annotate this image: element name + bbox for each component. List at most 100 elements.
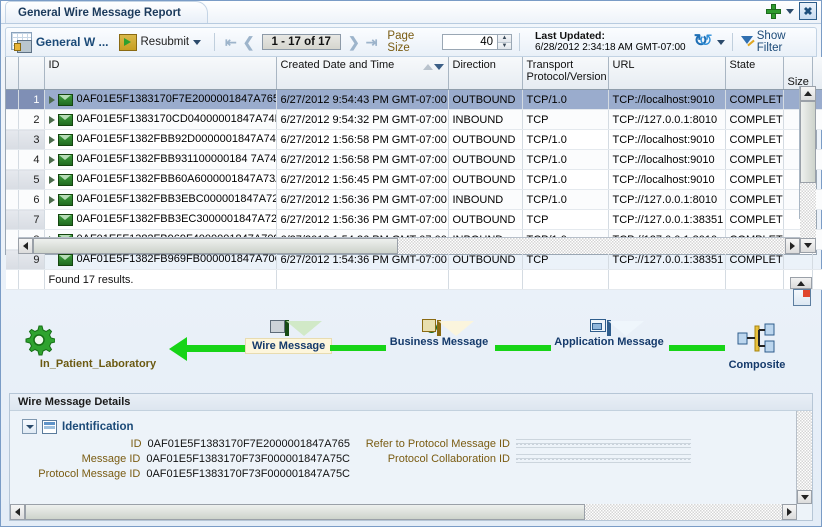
cell-id[interactable]: 0AF01E5F1382FBB3EBC000001847A721 xyxy=(44,189,277,210)
column-header-direction[interactable]: Direction xyxy=(448,57,523,90)
cell-id[interactable]: 0AF01E5F1383170F7E2000001847A765 xyxy=(44,89,277,110)
cell-state: COMPLETE xyxy=(725,129,784,150)
refresh-icon[interactable] xyxy=(694,31,713,51)
chevron-down-icon[interactable] xyxy=(193,39,202,45)
column-header-state[interactable]: State xyxy=(725,57,784,90)
details-scroll-right-button[interactable] xyxy=(782,504,797,520)
identification-icon xyxy=(42,419,57,434)
flow-node-wire-message[interactable]: Wire Message xyxy=(245,320,333,354)
row-selector[interactable] xyxy=(6,189,19,210)
cell-transport-protocol: TCP/1.0 xyxy=(522,149,609,170)
filter-icon xyxy=(740,35,754,50)
horizontal-scroll-thumb[interactable] xyxy=(33,238,398,254)
table-horizontal-scrollbar[interactable] xyxy=(18,237,800,254)
cell-direction: OUTBOUND xyxy=(448,169,523,190)
last-page-icon[interactable]: ⇥ xyxy=(363,35,381,49)
table-row[interactable]: 3 0AF01E5F1382FBB92D0000001847A743 6/27/20… xyxy=(6,129,822,150)
page-size-input[interactable] xyxy=(442,34,499,50)
cell-id[interactable]: 0AF01E5F1382FBB3EC3000001847A724 xyxy=(44,209,277,230)
cell-id-text: 0AF01E5F1383170F7E2000001847A765 xyxy=(76,93,276,106)
resubmit-button[interactable]: Resubmit xyxy=(118,33,202,51)
column-header-created-date[interactable]: Created Date and Time xyxy=(276,57,449,90)
last-updated-label: Last Updated: xyxy=(534,29,605,42)
message-envelope-icon xyxy=(57,253,73,266)
close-icon[interactable]: ✖ xyxy=(799,2,817,20)
page-size-spin-buttons[interactable]: ▲ ▼ xyxy=(498,34,513,50)
row-selector[interactable] xyxy=(6,149,19,170)
scroll-up-button[interactable] xyxy=(800,86,816,101)
first-page-icon[interactable]: ⇤ xyxy=(222,35,240,49)
flow-node-composite[interactable]: Composite xyxy=(715,322,799,371)
row-selector[interactable] xyxy=(6,229,19,250)
table-header-row: ID Created Date and Time Direction Trans… xyxy=(6,57,822,90)
message-envelope-icon xyxy=(57,133,73,146)
cell-created-date: 6/27/2012 1:56:36 PM GMT-07:00 xyxy=(276,209,449,230)
previous-page-icon[interactable]: ❮ xyxy=(240,35,258,49)
details-scroll-left-button[interactable] xyxy=(10,504,25,520)
expand-row-icon[interactable] xyxy=(48,155,55,164)
row-selector[interactable] xyxy=(6,209,19,230)
vertical-scroll-track[interactable] xyxy=(800,183,816,238)
table-row[interactable]: 5 0AF01E5F1382FBB60A6000001847A73A 6/27/20… xyxy=(6,169,822,190)
window-tab[interactable]: General Wire Message Report xyxy=(5,1,208,23)
details-horizontal-scroll-thumb[interactable] xyxy=(25,504,585,520)
spin-up-icon[interactable]: ▲ xyxy=(498,35,512,43)
cell-id[interactable]: 0AF01E5F1382FBB60A6000001847A73A xyxy=(44,169,277,190)
chevron-down-icon[interactable] xyxy=(22,419,37,434)
column-header-id[interactable]: ID xyxy=(44,57,277,90)
status-cell xyxy=(812,269,822,290)
cell-id[interactable]: 0AF01E5F1383170CD04000001847A74D xyxy=(44,109,277,130)
report-window: General Wire Message Report ✖ General W … xyxy=(0,0,822,527)
expand-row-icon[interactable] xyxy=(48,95,55,104)
table-row[interactable]: 4 0AF01E5F1382FBB931100000184 7A74C 6/27/2… xyxy=(6,149,822,170)
cell-id[interactable]: 0AF01E5F1382FBB931100000184 7A74C xyxy=(44,149,277,170)
field-row: Refer to Protocol Message ID xyxy=(350,438,691,450)
identification-section-header[interactable]: Identification xyxy=(10,411,812,438)
row-selector[interactable] xyxy=(6,249,19,270)
flow-node-in-patient-laboratory[interactable]: In_Patient_Laboratory xyxy=(23,324,173,370)
sort-indicator[interactable] xyxy=(422,64,444,70)
chevron-down-icon[interactable] xyxy=(786,8,794,14)
table-row[interactable]: 6 0AF01E5F1382FBB3EBC000001847A721 6/27/20… xyxy=(6,189,822,210)
table-vertical-scrollbar[interactable] xyxy=(799,86,816,253)
expand-row-icon[interactable] xyxy=(48,135,55,144)
scroll-right-button[interactable] xyxy=(785,238,800,254)
vertical-scroll-thumb[interactable] xyxy=(800,101,816,183)
detach-table-icon[interactable] xyxy=(793,289,811,306)
row-selector[interactable] xyxy=(6,169,19,190)
expand-row-icon[interactable] xyxy=(48,115,55,124)
scroll-left-button[interactable] xyxy=(18,238,33,254)
select-all-corner[interactable] xyxy=(6,57,19,90)
column-header-size[interactable]: Size xyxy=(783,57,813,90)
page-size-stepper[interactable]: ▲ ▼ xyxy=(442,34,513,50)
flow-node-business-message[interactable]: Business Message xyxy=(383,320,495,348)
refresh-chevron-down-icon[interactable] xyxy=(716,39,725,45)
cell-id[interactable]: 0AF01E5F1382FBB92D0000001847A743 xyxy=(44,129,277,150)
collapse-splitter-button[interactable] xyxy=(790,277,812,289)
details-panel-title: Wire Message Details xyxy=(10,394,812,411)
row-selector[interactable] xyxy=(6,129,19,150)
cell-id-text: 0AF01E5F1382FB969FB000001847A70C xyxy=(76,253,276,266)
column-header-spacer xyxy=(812,57,822,90)
column-header-url[interactable]: URL xyxy=(608,57,726,90)
expand-row-icon[interactable] xyxy=(48,175,55,184)
cell-id-text: 0AF01E5F1382FBB3EC3000001847A724 xyxy=(76,213,276,226)
table-row[interactable]: 7 0AF01E5F1382FBB3EC3000001847A724 6/27/20… xyxy=(6,209,822,230)
table-row[interactable]: 1 0AF01E5F1383170F7E2000001847A765 6/27/20… xyxy=(6,89,822,110)
row-selector[interactable] xyxy=(6,89,19,110)
column-header-transport-protocol[interactable]: Transport Protocol/Version xyxy=(522,57,609,90)
table-row[interactable]: 2 0AF01E5F1383170CD04000001847A74D 6/27/20… xyxy=(6,109,822,130)
sort-ascending-icon xyxy=(422,64,433,70)
plus-icon[interactable] xyxy=(766,3,781,19)
cell-direction: OUTBOUND xyxy=(448,209,523,230)
message-envelope-icon xyxy=(57,93,73,106)
expand-row-icon[interactable] xyxy=(48,195,55,204)
scroll-down-button[interactable] xyxy=(800,238,816,253)
show-filter-button[interactable]: Show Filter xyxy=(740,30,811,54)
flow-node-application-message[interactable]: Application Message xyxy=(549,319,669,348)
spin-down-icon[interactable]: ▼ xyxy=(498,42,512,49)
row-selector[interactable] xyxy=(6,109,19,130)
details-scroll-down-button[interactable] xyxy=(797,490,812,504)
details-horizontal-scrollbar[interactable] xyxy=(10,504,797,520)
next-page-icon[interactable]: ❯ xyxy=(345,35,363,49)
